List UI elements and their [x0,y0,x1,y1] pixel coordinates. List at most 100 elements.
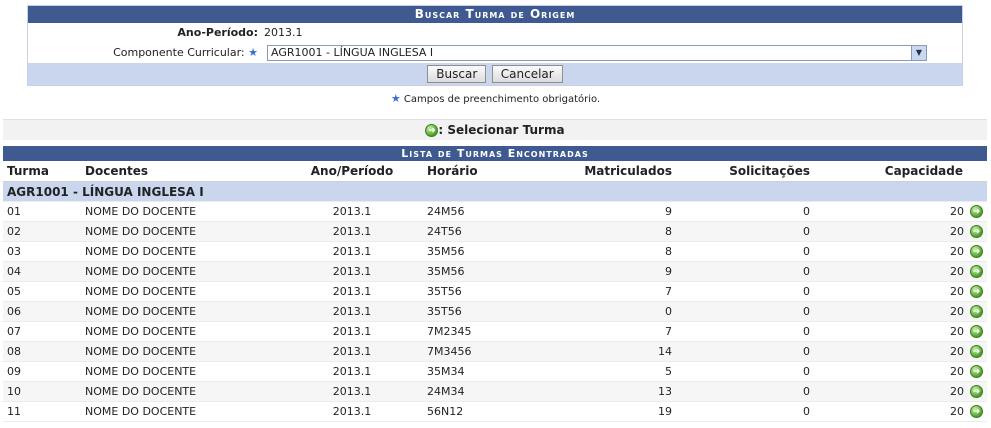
turma-cell: 09 [3,361,81,382]
search-form: Buscar Turma de Origem Ano-Período: 2013… [27,5,963,86]
select-turma-icon[interactable]: ➜ [970,305,983,319]
docente-cell: NOME DO DOCENTE [81,321,281,342]
turma-cell: 03 [3,241,81,262]
select-turma-icon[interactable]: ➜ [970,225,983,239]
horario-cell: 56N12 [423,401,543,422]
matriculados-cell: 5 [543,361,676,382]
table-row: 02 NOME DO DOCENTE 2013.1 24T56 8 0 20 ➜ [3,221,987,242]
select-turma-icon[interactable]: ➜ [970,285,983,299]
capacidade-cell: 20 ➜ [814,261,987,282]
capacidade-cell: 20 ➜ [814,201,987,222]
capacidade-value: 20 [950,204,964,218]
table-row: 07 NOME DO DOCENTE 2013.1 7M2345 7 0 20 ➜ [3,321,987,342]
chevron-down-icon[interactable]: ▼ [911,46,926,60]
docente-cell: NOME DO DOCENTE [81,201,281,222]
ano-periodo-cell: 2013.1 [281,341,423,362]
solicitacoes-cell: 0 [676,301,814,322]
buscar-button[interactable]: Buscar [427,65,487,83]
matriculados-cell: 7 [543,321,676,342]
matriculados-cell: 8 [543,221,676,242]
capacidade-value: 20 [950,384,964,398]
capacidade-value: 20 [950,284,964,298]
matriculados-cell: 13 [543,381,676,402]
select-turma-icon[interactable]: ➜ [970,205,983,219]
solicitacoes-cell: 0 [676,361,814,382]
componente-select-value: AGR1001 - LÍNGUA INGLESA I [271,46,434,59]
ano-periodo-label: Ano-Período: [177,26,258,39]
required-note-text: Campos de preenchimento obrigatório. [403,94,601,105]
docente-cell: NOME DO DOCENTE [81,361,281,382]
matriculados-cell: 9 [543,201,676,222]
ano-periodo-cell: 2013.1 [281,281,423,302]
matriculados-cell: 8 [543,241,676,262]
capacidade-cell: 20 ➜ [814,381,987,402]
solicitacoes-cell: 0 [676,341,814,362]
select-turma-icon[interactable]: ➜ [970,385,983,399]
solicitacoes-cell: 0 [676,221,814,242]
capacidade-cell: 20 ➜ [814,321,987,342]
turma-cell: 02 [3,221,81,242]
matriculados-cell: 14 [543,341,676,362]
docente-cell: NOME DO DOCENTE [81,261,281,282]
ano-periodo-cell: 2013.1 [281,301,423,322]
table-row: 11 NOME DO DOCENTE 2013.1 56N12 19 0 20 ➜ [3,401,987,422]
results-panel: Lista de Turmas Encontradas Turma Docent… [3,146,987,422]
table-row: 04 NOME DO DOCENTE 2013.1 35M56 9 0 20 ➜ [3,261,987,282]
solicitacoes-cell: 0 [676,381,814,402]
ano-periodo-cell: 2013.1 [281,261,423,282]
capacidade-cell: 20 ➜ [814,341,987,362]
table-row: 10 NOME DO DOCENTE 2013.1 24M34 13 0 20 ➜ [3,381,987,402]
capacidade-value: 20 [950,304,964,318]
turma-cell: 11 [3,401,81,422]
select-turma-icon[interactable]: ➜ [970,265,983,279]
docente-cell: NOME DO DOCENTE [81,221,281,242]
capacidade-cell: 20 ➜ [814,241,987,262]
capacidade-value: 20 [950,404,964,418]
solicitacoes-cell: 0 [676,261,814,282]
solicitacoes-cell: 0 [676,241,814,262]
solicitacoes-cell: 0 [676,321,814,342]
docente-cell: NOME DO DOCENTE [81,341,281,362]
select-turma-icon[interactable]: ➜ [970,325,983,339]
col-header-matriculados: Matriculados [543,161,676,182]
capacidade-value: 20 [950,344,964,358]
search-form-title: Buscar Turma de Origem [28,6,962,23]
horario-cell: 35M34 [423,361,543,382]
componente-select[interactable]: AGR1001 - LÍNGUA INGLESA I ▼ [267,45,927,61]
col-header-docentes: Docentes [81,161,281,182]
capacidade-value: 20 [950,364,964,378]
horario-cell: 7M2345 [423,321,543,342]
legend-text: : Selecionar Turma [438,123,565,137]
col-header-solicitacoes: Solicitações [676,161,814,182]
turma-cell: 04 [3,261,81,282]
legend-bar: ➜: Selecionar Turma [3,119,987,140]
select-arrow-icon: ➜ [425,124,439,137]
group-label: AGR1001 - LÍNGUA INGLESA I [3,181,987,202]
ano-periodo-row: Ano-Período: 2013.1 [28,23,962,43]
ano-periodo-value: 2013.1 [264,26,303,39]
select-turma-icon[interactable]: ➜ [970,245,983,259]
ano-periodo-cell: 2013.1 [281,321,423,342]
solicitacoes-cell: 0 [676,281,814,302]
table-row: 09 NOME DO DOCENTE 2013.1 35M34 5 0 20 ➜ [3,361,987,382]
turma-cell: 07 [3,321,81,342]
table-row: 08 NOME DO DOCENTE 2013.1 7M3456 14 0 20 ➜ [3,341,987,362]
select-turma-icon[interactable]: ➜ [970,405,983,419]
select-turma-icon[interactable]: ➜ [970,345,983,359]
solicitacoes-cell: 0 [676,401,814,422]
col-header-capacidade: Capacidade [814,161,987,182]
ano-periodo-cell: 2013.1 [281,201,423,222]
col-header-turma: Turma [3,161,81,182]
matriculados-cell: 9 [543,261,676,282]
matriculados-cell: 19 [543,401,676,422]
horario-cell: 35M56 [423,261,543,282]
componente-label: Componente Curricular: ★ [113,46,258,59]
ano-periodo-cell: 2013.1 [281,381,423,402]
required-star-icon: ★ [248,46,258,59]
ano-periodo-cell: 2013.1 [281,361,423,382]
select-turma-icon[interactable]: ➜ [970,365,983,379]
docente-cell: NOME DO DOCENTE [81,281,281,302]
matriculados-cell: 0 [543,301,676,322]
turma-cell: 08 [3,341,81,362]
cancelar-button[interactable]: Cancelar [491,65,563,83]
